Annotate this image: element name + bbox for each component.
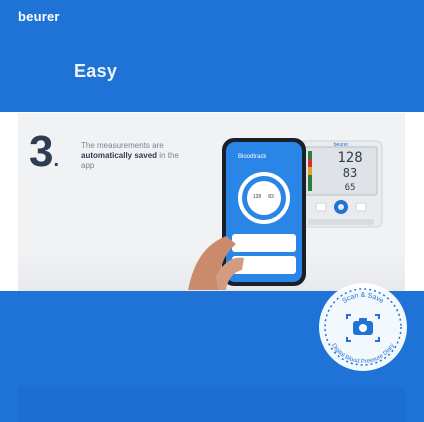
app-diastolic: 83 [268, 194, 274, 200]
hand-illustration [188, 236, 244, 290]
step-description: The measurements are automatically saved… [81, 141, 179, 170]
diastolic-reading: 83 [343, 166, 357, 180]
pulse-reading: 65 [345, 183, 356, 193]
device-brand: beurer [334, 142, 349, 148]
header-banner: beurer Easy [0, 0, 424, 112]
page: beurer Easy 3. The measurements are auto… [0, 0, 424, 422]
blood-pressure-monitor: beurer 128 83 65 [299, 140, 383, 228]
scan-save-badge[interactable]: Scan & Save Digital Blood Pressure Diary [317, 281, 409, 373]
step-number: 3. [29, 127, 60, 176]
systolic-reading: 128 [337, 150, 362, 166]
brand-logo: beurer [18, 9, 60, 24]
page-title: Easy [74, 61, 118, 81]
app-systolic: 128 [253, 194, 262, 200]
app-title: Bloodtrack [238, 154, 267, 160]
